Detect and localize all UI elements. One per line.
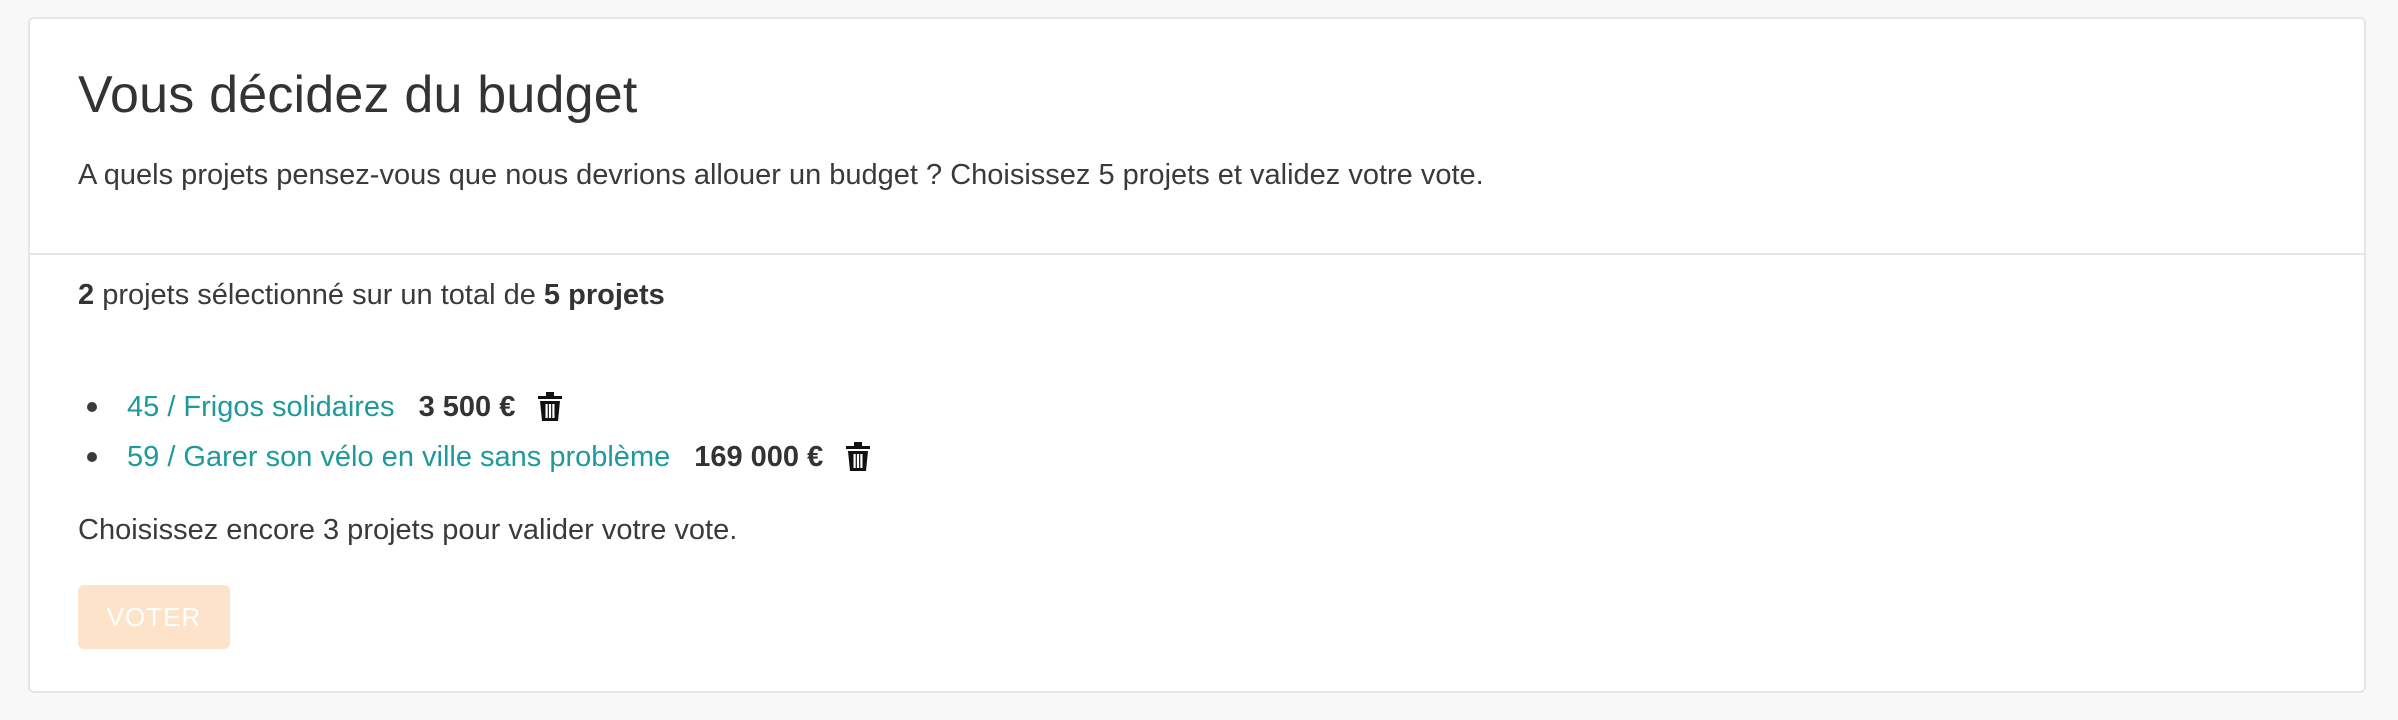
page-title: Vous décidez du budget xyxy=(78,66,638,124)
list-item: 59 / Garer son vélo en ville sans problè… xyxy=(78,432,2364,482)
bullet-icon xyxy=(87,402,97,412)
project-link[interactable]: 45 / Frigos solidaires xyxy=(127,391,395,424)
list-item: 45 / Frigos solidaires 3 500 € xyxy=(78,382,2364,432)
trash-icon[interactable] xyxy=(845,442,871,472)
budget-card: Vous décidez du budget A quels projets p… xyxy=(28,17,2366,693)
project-amount: 3 500 € xyxy=(418,390,516,423)
total-projects: 5 projets xyxy=(543,279,665,311)
page-description: A quels projets pensez-vous que nous dev… xyxy=(78,159,1484,191)
summary-middle-text: projets sélectionné sur un total de xyxy=(94,279,544,311)
selected-count: 2 xyxy=(78,279,95,311)
vote-button[interactable]: VOTER xyxy=(78,585,230,649)
remaining-instruction: Choisissez encore 3 projets pour valider… xyxy=(78,514,738,546)
selection-summary: 2 projets sélectionné sur un total de 5 … xyxy=(78,281,2364,310)
card-body: 2 projets sélectionné sur un total de 5 … xyxy=(30,255,2364,649)
bullet-icon xyxy=(87,452,97,462)
project-amount: 169 000 € xyxy=(694,440,824,473)
selected-projects-list: 45 / Frigos solidaires 3 500 € 59 / Gare… xyxy=(78,382,2364,482)
trash-icon[interactable] xyxy=(537,392,563,422)
project-link[interactable]: 59 / Garer son vélo en ville sans problè… xyxy=(127,441,670,474)
card-header: Vous décidez du budget A quels projets p… xyxy=(30,19,2364,255)
